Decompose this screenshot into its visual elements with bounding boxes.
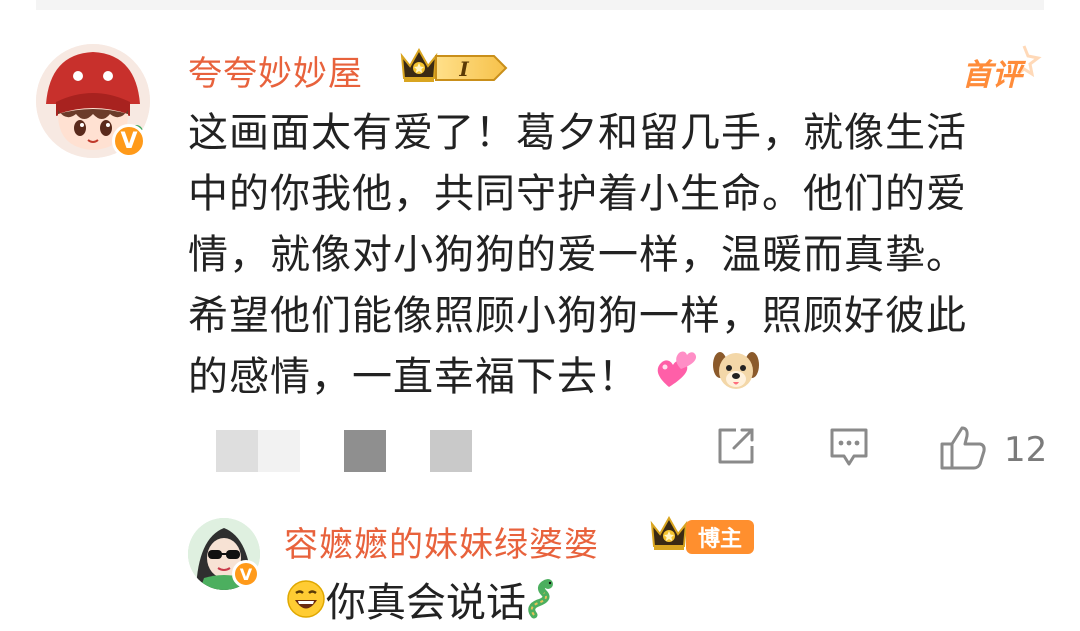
blurred-info-1: [216, 430, 258, 472]
snake-icon: [526, 579, 562, 631]
comment-line: 情，就像对小狗狗的爱一样，温暖而真挚。: [188, 232, 967, 278]
comment-line: 的感情，一直幸福下去！: [188, 354, 639, 400]
like-thumb-icon[interactable]: [938, 424, 988, 474]
comment-body: 这画面太有爱了！葛夕和留几手，就像生活 中的你我他，共同守护着小生命。他们的爱 …: [188, 103, 1048, 411]
blurred-info-3: [344, 430, 386, 472]
comment-line: 这画面太有爱了！葛夕和留几手，就像生活: [188, 110, 967, 156]
level-badge: I: [434, 52, 508, 84]
top-divider: [36, 0, 1044, 10]
blurred-info-2: [258, 430, 300, 472]
blurred-info-4: [430, 430, 472, 472]
reply-text-row: 你真会说话: [286, 578, 562, 631]
like-count: 12: [1004, 430, 1048, 470]
crown-icon: [648, 512, 690, 554]
laughing-face-icon: [286, 579, 326, 631]
dog-face-icon: [712, 347, 760, 411]
comment-line: 希望他们能像照顾小狗狗一样，照顾好彼此: [188, 293, 967, 339]
verified-label: V: [239, 564, 253, 584]
reply-comment-icon[interactable]: [826, 424, 872, 474]
comment-last-line: 的感情，一直幸福下去！: [188, 347, 1048, 411]
verified-label: V: [120, 128, 138, 154]
comment-line: 中的你我他，共同守护着小生命。他们的爱: [188, 171, 967, 217]
commenter-username[interactable]: 夸夸妙妙屋: [188, 46, 363, 95]
level-badge-text: I: [458, 57, 469, 81]
reply-text: 你真会说话: [326, 580, 526, 626]
share-icon[interactable]: [714, 424, 758, 474]
verified-icon: V: [232, 560, 260, 588]
first-comment-label: 首评: [962, 58, 1022, 93]
verified-icon: V: [112, 124, 146, 158]
two-hearts-icon: [653, 347, 699, 411]
replier-username[interactable]: 容嬷嬷的妹妹绿婆婆: [284, 517, 599, 566]
host-badge: 博主: [686, 520, 754, 554]
